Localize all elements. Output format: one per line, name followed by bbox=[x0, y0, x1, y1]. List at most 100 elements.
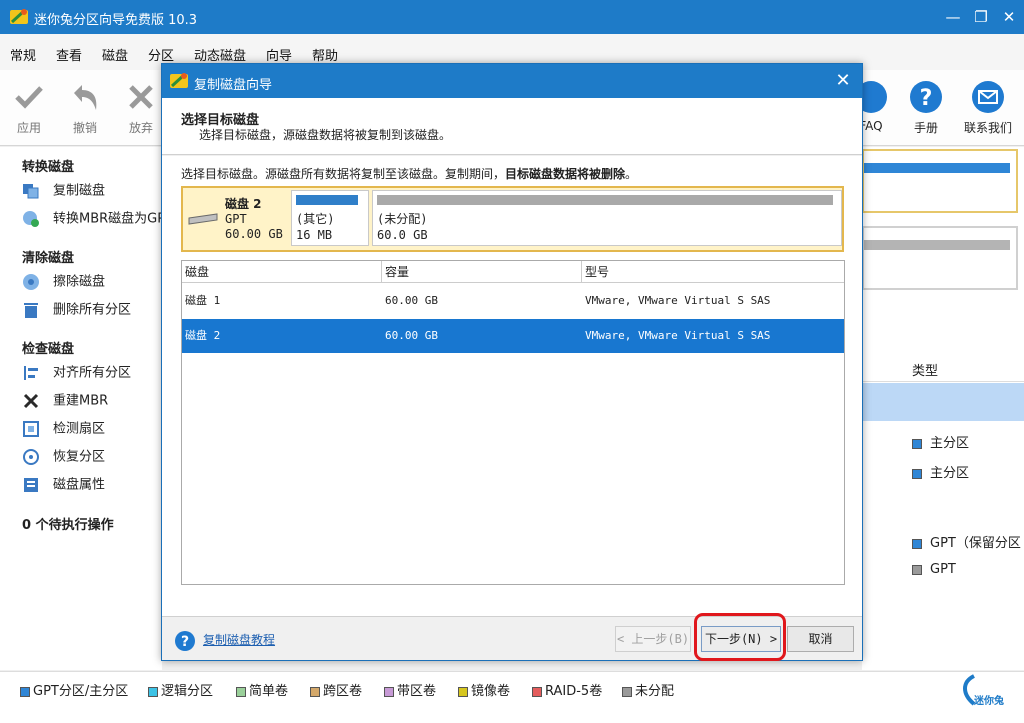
close-window-icon[interactable]: ✕ bbox=[998, 6, 1020, 28]
partition-other[interactable]: (其它) 16 MB bbox=[291, 190, 369, 246]
warning-notice: 选择目标磁盘。源磁盘所有数据将复制至该磁盘。复制期间，目标磁盘数据将被删除。 bbox=[181, 165, 637, 182]
surface-test-icon bbox=[23, 421, 39, 437]
partition-name: (未分配) bbox=[377, 212, 428, 226]
sidebar: 转换磁盘 复制磁盘 转换MBR磁盘为GPT 清除磁盘 擦除磁盘 删除所有分区 检… bbox=[0, 147, 173, 670]
cancel-button[interactable]: 取消 bbox=[787, 626, 854, 652]
properties-icon bbox=[24, 478, 38, 492]
sidebar-item-copy-disk[interactable]: 复制磁盘 bbox=[22, 182, 105, 200]
sidebar-item-align-all[interactable]: 对齐所有分区 bbox=[22, 364, 131, 382]
disk-style: GPT bbox=[225, 212, 247, 226]
section-clean-disk: 清除磁盘 bbox=[22, 251, 75, 266]
column-header-disk[interactable]: 磁盘 bbox=[182, 261, 382, 283]
undo-icon bbox=[74, 85, 97, 110]
legend-swatch bbox=[310, 686, 320, 697]
disk-size: 60.00 GB bbox=[225, 227, 283, 241]
menu-disk[interactable]: 磁盘 bbox=[102, 45, 128, 64]
menu-dynamic-disk[interactable]: 动态磁盘 bbox=[194, 45, 246, 64]
sidebar-item-wipe-disk[interactable]: 擦除磁盘 bbox=[22, 273, 105, 291]
sidebar-item-disk-properties[interactable]: 磁盘属性 bbox=[22, 476, 105, 494]
help-icon[interactable]: ? bbox=[174, 630, 196, 652]
legend-label: RAID-5卷 bbox=[545, 684, 603, 699]
minimize-icon[interactable]: — bbox=[942, 6, 964, 28]
sidebar-item-label: 复制磁盘 bbox=[53, 183, 106, 199]
partition-unallocated[interactable]: (未分配) 60.0 GB bbox=[372, 190, 842, 246]
sidebar-item-surface-test[interactable]: 检测扇区 bbox=[22, 420, 105, 438]
menu-help[interactable]: 帮助 bbox=[312, 45, 338, 64]
notice-text: 选择目标磁盘。源磁盘所有数据将复制至该磁盘。复制期间， bbox=[181, 167, 506, 181]
manual-button[interactable]: ? 手册 bbox=[901, 80, 951, 136]
apply-button[interactable]: 应用 bbox=[4, 80, 54, 136]
partition-size: 60.0 GB bbox=[377, 228, 428, 242]
back-button[interactable]: < 上一步(B) bbox=[615, 626, 691, 652]
undo-button[interactable]: 撤销 bbox=[60, 80, 110, 136]
cell-model: VMware, VMware Virtual S SAS bbox=[585, 294, 771, 307]
partition-name: (其它) bbox=[296, 212, 335, 226]
sidebar-item-mbr-to-gpt[interactable]: 转换MBR磁盘为GPT bbox=[22, 210, 173, 228]
sidebar-item-recover-partition[interactable]: 恢复分区 bbox=[22, 448, 105, 466]
target-disk-map[interactable]: 磁盘 2 GPT 60.00 GB (其它) 16 MB (未分配) 60.0 GB bbox=[181, 186, 844, 252]
wipe-disk-icon bbox=[23, 274, 39, 290]
notice-period: 。 bbox=[625, 167, 638, 181]
legend-logical: 逻辑分区 bbox=[148, 680, 213, 699]
table-row[interactable]: 磁盘 2 60.00 GB VMware, VMware Virtual S S… bbox=[182, 319, 844, 353]
disk-bar-2[interactable] bbox=[862, 226, 1018, 290]
type-row-2[interactable]: 主分区 bbox=[912, 462, 969, 481]
legend-bar: GPT分区/主分区 逻辑分区 简单卷 跨区卷 带区卷 镜像卷 RAID-5卷 未… bbox=[0, 671, 1024, 723]
type-color-swatch bbox=[912, 468, 922, 479]
sidebar-item-label: 检测扇区 bbox=[53, 421, 106, 437]
sidebar-item-label: 重建MBR bbox=[53, 393, 109, 409]
apply-label: 应用 bbox=[16, 121, 41, 135]
legend-striped: 带区卷 bbox=[384, 680, 436, 699]
brand-logo: 迷你兔 bbox=[960, 674, 1016, 720]
legend-swatch bbox=[532, 686, 542, 697]
discard-button[interactable]: 放弃 bbox=[116, 80, 166, 136]
legend-swatch bbox=[20, 686, 30, 697]
sidebar-item-label: 转换MBR磁盘为GPT bbox=[53, 211, 174, 227]
legend-label: 未分配 bbox=[635, 684, 675, 699]
disk-name: 磁盘 2 bbox=[225, 197, 262, 211]
mail-icon bbox=[972, 81, 1004, 113]
window-title: 迷你兔分区向导免费版 10.3 bbox=[34, 13, 198, 28]
column-header-model[interactable]: 型号 bbox=[582, 261, 844, 283]
manual-label: 手册 bbox=[913, 121, 938, 135]
check-icon bbox=[15, 86, 43, 109]
legend-label: GPT分区/主分区 bbox=[33, 684, 129, 699]
legend-spanned: 跨区卷 bbox=[310, 680, 362, 699]
legend-swatch bbox=[148, 686, 158, 697]
column-header-capacity[interactable]: 容量 bbox=[382, 261, 582, 283]
dialog-header: 选择目标磁盘 选择目标磁盘，源磁盘数据将被复制到该磁盘。 bbox=[162, 98, 862, 155]
type-row-3[interactable]: GPT（保留分区 bbox=[912, 532, 1021, 551]
type-label: GPT bbox=[930, 562, 956, 577]
table-row[interactable]: 磁盘 1 60.00 GB VMware, VMware Virtual S S… bbox=[182, 284, 844, 318]
legend-swatch bbox=[236, 686, 246, 697]
disk-bar-1[interactable] bbox=[862, 149, 1018, 213]
legend-raid5: RAID-5卷 bbox=[532, 680, 602, 699]
type-label: GPT（保留分区 bbox=[930, 536, 1021, 551]
selected-row-highlight[interactable] bbox=[862, 383, 1024, 421]
menu-general[interactable]: 常规 bbox=[10, 45, 36, 64]
restore-icon[interactable]: ❐ bbox=[970, 6, 992, 28]
sidebar-item-rebuild-mbr[interactable]: 重建MBR bbox=[22, 392, 108, 410]
menu-view[interactable]: 查看 bbox=[56, 45, 82, 64]
menu-partition[interactable]: 分区 bbox=[148, 45, 174, 64]
type-color-swatch bbox=[912, 564, 922, 575]
type-column-header: 类型 bbox=[912, 364, 939, 379]
type-row-1[interactable]: 主分区 bbox=[912, 432, 969, 451]
contact-button[interactable]: 联系我们 bbox=[958, 80, 1018, 136]
hard-drive-icon bbox=[188, 213, 218, 225]
svg-text:?: ? bbox=[920, 86, 933, 111]
notice-warning-text: 目标磁盘数据将被删除 bbox=[505, 167, 626, 181]
type-row-4[interactable]: GPT bbox=[912, 562, 956, 577]
svg-text:?: ? bbox=[181, 634, 189, 650]
sidebar-item-delete-all[interactable]: 删除所有分区 bbox=[22, 301, 131, 319]
legend-swatch bbox=[622, 686, 632, 697]
sidebar-item-label: 擦除磁盘 bbox=[53, 274, 106, 290]
type-color-swatch bbox=[912, 538, 922, 549]
dialog-close-icon[interactable]: ✕ bbox=[832, 70, 854, 92]
tutorial-link[interactable]: 复制磁盘教程 bbox=[203, 631, 275, 648]
type-label: 主分区 bbox=[930, 436, 970, 451]
type-color-swatch bbox=[912, 438, 922, 449]
partition-label: (其它) 16 MB bbox=[296, 211, 334, 243]
section-check-disk: 检查磁盘 bbox=[22, 342, 75, 357]
menu-wizard[interactable]: 向导 bbox=[266, 45, 292, 64]
